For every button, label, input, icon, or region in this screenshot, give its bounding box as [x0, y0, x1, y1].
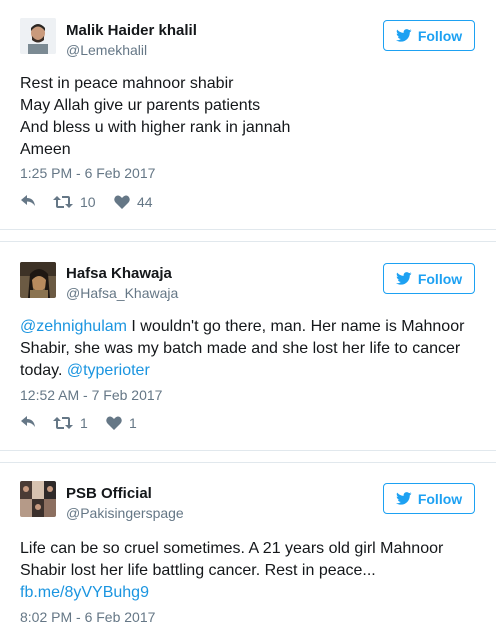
tweet-text: Life can be so cruel sometimes. A 21 yea…	[20, 538, 480, 604]
tweet-text-fragment: today.	[20, 362, 67, 379]
heart-icon	[106, 416, 122, 430]
follow-label: Follow	[417, 490, 463, 507]
tweet-text-line: Shabir, she was my batch made and she lo…	[20, 340, 461, 357]
heart-icon	[114, 195, 130, 209]
tweet-separator	[0, 229, 496, 230]
tweet-text-line: May Allah give ur parents patients	[20, 97, 261, 114]
tweet-timestamp[interactable]: 1:25 PM - 6 Feb 2017	[20, 165, 155, 181]
retweet-button[interactable]: 10	[53, 194, 96, 210]
tweet-text: Rest in peace mahnoor shabir May Allah g…	[20, 73, 480, 161]
like-count: 44	[137, 194, 153, 210]
tweet-text-line: fb.me/8yVYBuhg9	[20, 582, 480, 604]
tweet-text-line: Shabir lost her life battling cancer. Re…	[20, 562, 376, 579]
follow-button[interactable]: Follow	[383, 263, 475, 294]
reply-icon	[21, 195, 35, 206]
retweet-count: 10	[80, 194, 96, 210]
avatar[interactable]	[20, 262, 56, 298]
author-handle[interactable]: @Pakisingerspage	[66, 505, 184, 521]
reply-button[interactable]	[20, 415, 37, 429]
twitter-bird-icon	[395, 29, 412, 42]
author-name[interactable]: Malik Haider khalil	[66, 22, 197, 39]
mention-link[interactable]: @zehnighulam	[20, 318, 127, 335]
like-count: 1	[129, 415, 137, 431]
twitter-bird-icon	[395, 272, 412, 285]
tweet-text-line: @zehnighulam I wouldn't go there, man. H…	[20, 316, 480, 338]
tweet-timestamp[interactable]: 8:02 PM - 6 Feb 2017	[20, 609, 155, 625]
avatar[interactable]	[20, 481, 56, 517]
retweet-icon	[53, 196, 73, 208]
follow-button[interactable]: Follow	[383, 483, 475, 514]
tweet-text: @zehnighulam I wouldn't go there, man. H…	[20, 316, 480, 382]
tweet-text-line: today. @typerioter	[20, 360, 480, 382]
tweet-separator	[0, 450, 496, 451]
like-button[interactable]: 1	[106, 415, 137, 431]
author-handle[interactable]: @Hafsa_Khawaja	[66, 285, 178, 301]
author-handle[interactable]: @Lemekhalil	[66, 42, 147, 58]
tweet-text-line: Life can be so cruel sometimes. A 21 yea…	[20, 540, 444, 557]
tweet-card: Malik Haider khalil @Lemekhalil Follow R…	[0, 0, 496, 229]
tweet-card: Hafsa Khawaja @Hafsa_Khawaja Follow @zeh…	[0, 242, 496, 450]
retweet-button[interactable]: 1	[53, 415, 88, 431]
tweet-timestamp[interactable]: 12:52 AM - 7 Feb 2017	[20, 387, 162, 403]
twitter-bird-icon	[395, 492, 412, 505]
tweet-text-line: Rest in peace mahnoor shabir	[20, 75, 234, 92]
tweet-text-fragment: I wouldn't go there, man. Her name is Ma…	[126, 318, 465, 335]
external-link[interactable]: fb.me/8yVYBuhg9	[20, 584, 149, 601]
author-name[interactable]: PSB Official	[66, 485, 152, 502]
mention-link[interactable]: @typerioter	[67, 362, 150, 379]
like-button[interactable]: 44	[114, 194, 153, 210]
follow-button[interactable]: Follow	[383, 20, 475, 51]
tweet-text-line: Ameen	[20, 141, 71, 158]
follow-label: Follow	[417, 27, 463, 44]
retweet-icon	[53, 417, 73, 429]
tweet-text-line: And bless u with higher rank in jannah	[20, 119, 291, 136]
reply-icon	[21, 416, 35, 427]
tweet-card: PSB Official @Pakisingerspage Follow Lif…	[0, 463, 496, 629]
author-name[interactable]: Hafsa Khawaja	[66, 265, 172, 282]
follow-label: Follow	[417, 270, 463, 287]
avatar[interactable]	[20, 18, 56, 54]
reply-button[interactable]	[20, 194, 37, 208]
retweet-count: 1	[80, 415, 88, 431]
